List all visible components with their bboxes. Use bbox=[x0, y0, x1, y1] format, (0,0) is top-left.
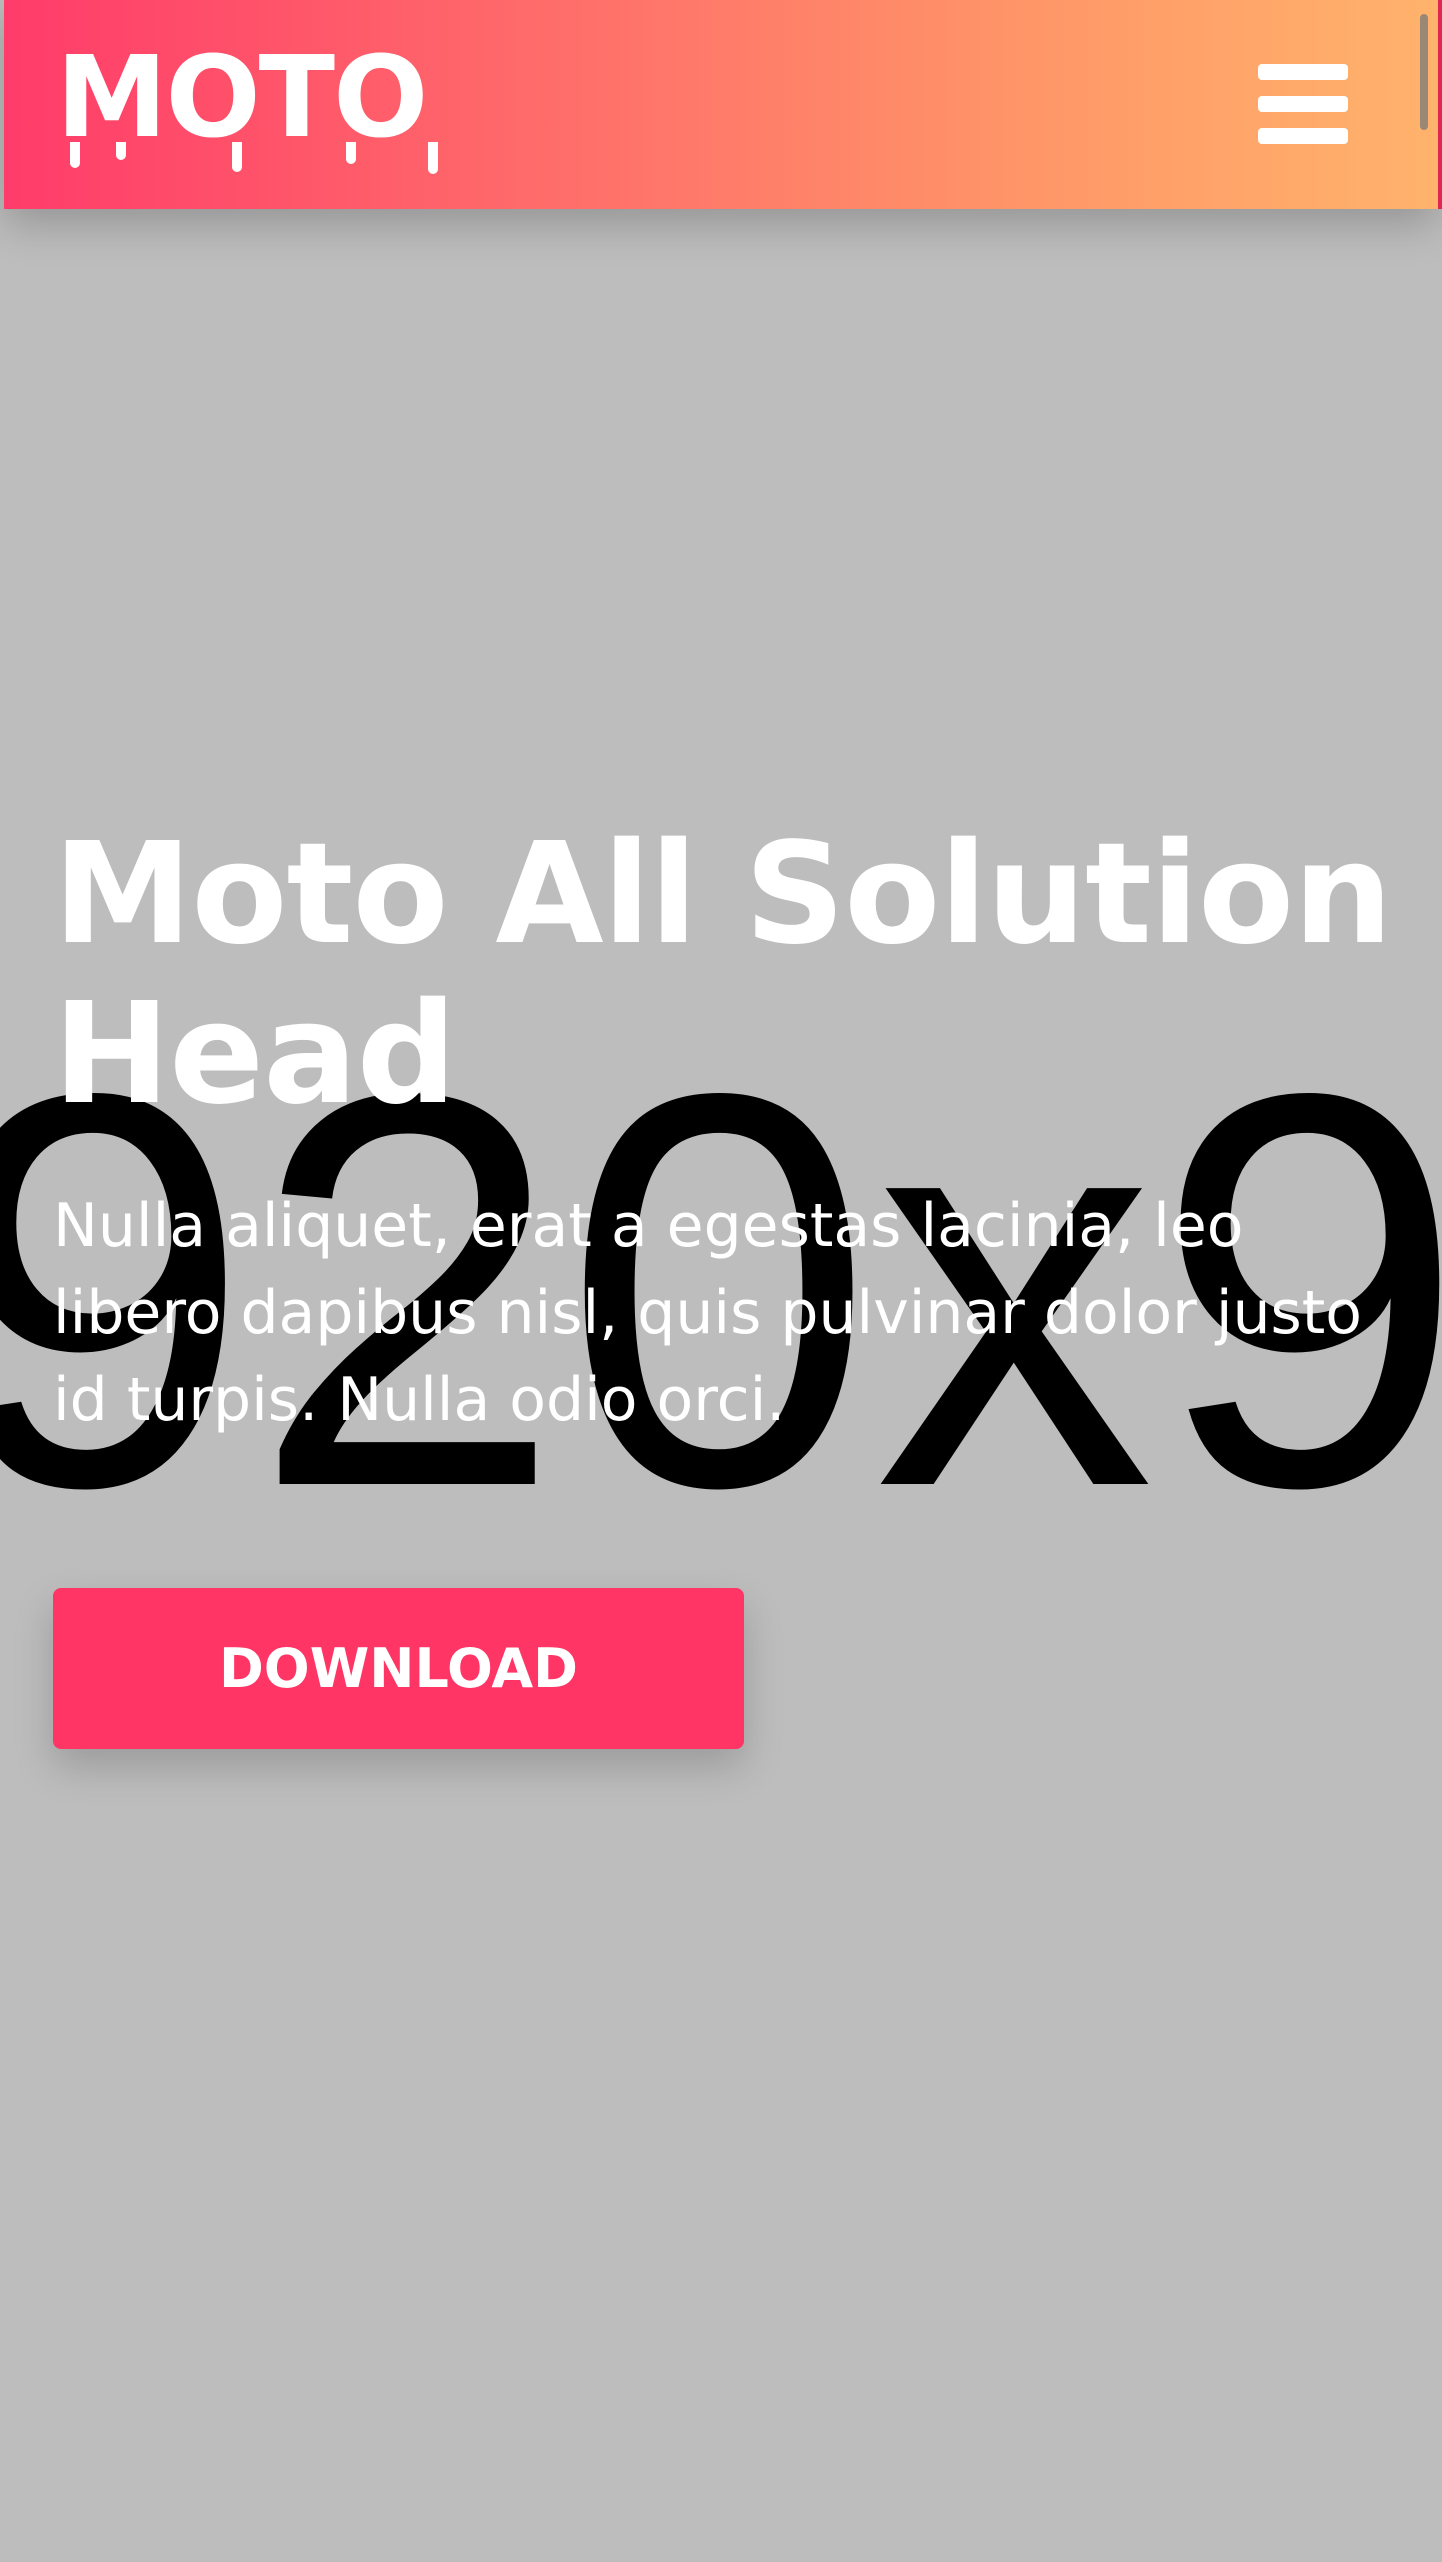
download-button[interactable]: DOWNLOAD bbox=[53, 1588, 744, 1749]
site-header: MOTO bbox=[4, 0, 1438, 209]
logo-drip bbox=[346, 142, 356, 164]
menu-bar bbox=[1258, 64, 1348, 80]
menu-bar bbox=[1258, 128, 1348, 144]
logo-drip bbox=[232, 142, 242, 172]
scrollbar-thumb[interactable] bbox=[1420, 14, 1428, 130]
scrollbar-track-edge bbox=[1438, 0, 1442, 209]
logo-drip bbox=[428, 142, 438, 174]
hero-description: Nulla aliquet, erat a egestas lacinia, l… bbox=[53, 1191, 1363, 1435]
menu-bar bbox=[1258, 96, 1348, 112]
logo-drip bbox=[70, 142, 80, 168]
logo[interactable]: MOTO bbox=[56, 33, 438, 182]
logo-text: MOTO bbox=[56, 33, 428, 163]
scrollbar[interactable] bbox=[1420, 0, 1442, 209]
hero-section: Moto All Solution Head Nulla aliquet, er… bbox=[53, 815, 1413, 1444]
hamburger-menu-icon[interactable] bbox=[1258, 64, 1348, 144]
page: 920x95 MOTO Moto All Solution Head Nulla… bbox=[0, 0, 1442, 2562]
logo-drip bbox=[116, 142, 126, 160]
hero-title: Moto All Solution Head bbox=[53, 813, 1393, 1136]
